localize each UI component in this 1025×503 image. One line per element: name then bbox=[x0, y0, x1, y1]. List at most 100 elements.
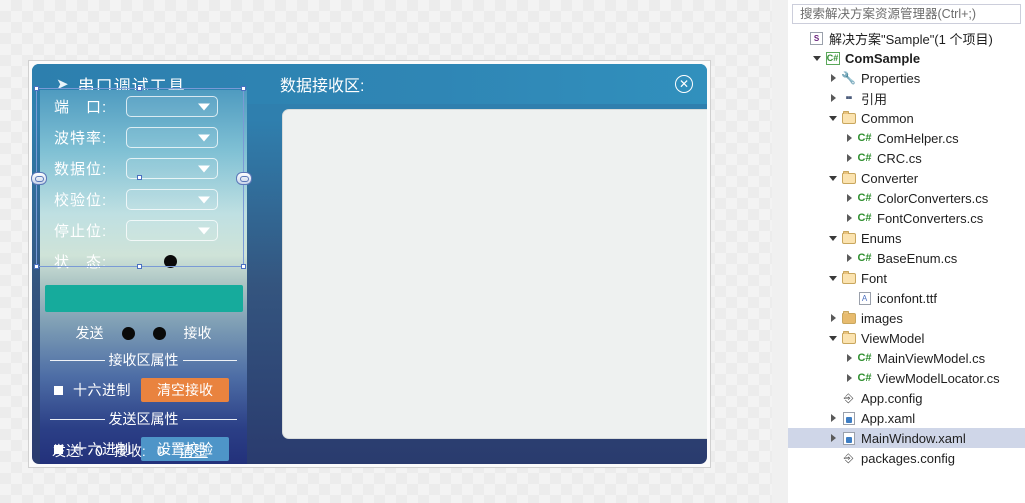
tree-item[interactable]: S 解决方案"Sample"(1 个项目) bbox=[788, 28, 1025, 48]
field-row-stopbits: 停止位: bbox=[40, 216, 247, 245]
adorner-handle-mc[interactable] bbox=[137, 175, 142, 180]
adorner-handle-tl[interactable] bbox=[34, 86, 39, 91]
tree-item[interactable]: C# FontConverters.cs bbox=[788, 208, 1025, 228]
adorner-handle-tr[interactable] bbox=[241, 86, 246, 91]
folder-open-icon bbox=[841, 110, 856, 124]
tree-item[interactable]: Aiconfont.ttf bbox=[788, 288, 1025, 308]
tree-item-label: iconfont.ttf bbox=[877, 290, 937, 306]
tree-item[interactable]: C# MainViewModel.cs bbox=[788, 348, 1025, 368]
config-icon: ⎆ bbox=[843, 390, 854, 405]
tree-item[interactable]: C# CRC.cs bbox=[788, 148, 1025, 168]
tree-item-icon-wrap: C# bbox=[856, 252, 873, 265]
adorner-handle-tc[interactable] bbox=[137, 86, 142, 91]
tree-item-icon-wrap bbox=[840, 170, 857, 184]
receive-textarea[interactable] bbox=[282, 109, 707, 439]
chevron-right-icon[interactable] bbox=[842, 214, 856, 222]
port-label: 端 口: bbox=[54, 99, 108, 116]
solution-search-box[interactable] bbox=[792, 4, 1021, 24]
open-port-button[interactable] bbox=[44, 285, 243, 312]
tree-item-icon-wrap: C# bbox=[824, 51, 841, 65]
tree-item-icon-wrap: C# bbox=[856, 132, 873, 145]
chevron-right-icon[interactable] bbox=[826, 434, 840, 442]
field-row-parity: 校验位: bbox=[40, 185, 247, 214]
tree-item[interactable]: 🔧 Properties bbox=[788, 68, 1025, 88]
receive-options-row: 十六进制 清空接收 bbox=[54, 378, 247, 402]
tree-item[interactable]: Converter bbox=[788, 168, 1025, 188]
close-icon[interactable]: ✕ bbox=[675, 75, 693, 93]
rotate-grip-right-icon[interactable] bbox=[236, 172, 252, 185]
tree-item[interactable]: Font bbox=[788, 268, 1025, 288]
clear-receive-button[interactable]: 清空接收 bbox=[141, 378, 229, 402]
designer-scrollbar-track[interactable] bbox=[773, 0, 787, 503]
tree-item-label: Enums bbox=[861, 230, 902, 246]
chevron-down-icon[interactable] bbox=[826, 235, 840, 241]
chevron-right-icon[interactable] bbox=[842, 374, 856, 382]
tree-item-icon-wrap: C# bbox=[856, 212, 873, 225]
tree-item-icon-wrap: C# bbox=[856, 372, 873, 385]
chevron-right-icon[interactable] bbox=[842, 134, 856, 142]
send-section-separator: 发送区属性 bbox=[50, 409, 237, 429]
chevron-down-icon[interactable] bbox=[826, 115, 840, 121]
csharp-icon: C# bbox=[857, 352, 872, 364]
baudrate-combobox[interactable] bbox=[126, 127, 218, 148]
tree-item[interactable]: images bbox=[788, 308, 1025, 328]
parity-combobox[interactable] bbox=[126, 189, 218, 210]
tree-item[interactable]: C# ComHelper.cs bbox=[788, 128, 1025, 148]
tree-item[interactable]: App.xaml bbox=[788, 408, 1025, 428]
designed-window[interactable]: ➤ 串口调试工具 数据接收区: ✕ 端 口: 波特率: 数据位: 校验位: 停止… bbox=[28, 60, 711, 468]
tree-item-label: MainWindow.xaml bbox=[861, 430, 966, 446]
tree-item-icon-wrap: ▪▪ bbox=[840, 92, 857, 104]
receive-area-label: 数据接收区: bbox=[280, 78, 365, 95]
chevron-down-icon[interactable] bbox=[826, 275, 840, 281]
chevron-down-icon[interactable] bbox=[826, 335, 840, 341]
tree-item[interactable]: MainWindow.xaml bbox=[788, 428, 1025, 448]
field-row-port: 端 口: bbox=[40, 92, 247, 121]
stopbits-combobox[interactable] bbox=[126, 220, 218, 241]
tree-item[interactable]: C# ComSample bbox=[788, 48, 1025, 68]
chevron-down-icon[interactable] bbox=[810, 55, 824, 61]
csharp-icon: C# bbox=[857, 212, 872, 224]
tree-item-icon-wrap: S bbox=[808, 31, 825, 45]
chevron-right-icon[interactable] bbox=[842, 194, 856, 202]
chevron-right-icon[interactable] bbox=[826, 414, 840, 422]
chevron-right-icon[interactable] bbox=[826, 94, 840, 102]
tree-item[interactable]: ⎆ App.config bbox=[788, 388, 1025, 408]
tree-item-label: Font bbox=[861, 270, 888, 286]
chevron-right-icon[interactable] bbox=[842, 354, 856, 362]
solution-icon: S bbox=[810, 31, 823, 45]
receive-hex-checkbox[interactable] bbox=[54, 385, 63, 395]
rotate-grip-left-icon[interactable] bbox=[31, 172, 47, 185]
tree-item[interactable]: ⎆ packages.config bbox=[788, 448, 1025, 468]
tree-item[interactable]: C# ColorConverters.cs bbox=[788, 188, 1025, 208]
tree-item[interactable]: Common bbox=[788, 108, 1025, 128]
solution-tree[interactable]: S 解决方案"Sample"(1 个项目) C# ComSample 🔧 Properti… bbox=[788, 28, 1025, 498]
adorner-handle-bl[interactable] bbox=[34, 264, 39, 269]
adorner-handle-bc[interactable] bbox=[137, 264, 142, 269]
separator-line-right bbox=[182, 418, 237, 420]
adorner-handle-br[interactable] bbox=[241, 264, 246, 269]
chevron-down-icon[interactable] bbox=[826, 175, 840, 181]
search-input[interactable] bbox=[798, 6, 1020, 22]
tree-item-label: BaseEnum.cs bbox=[877, 250, 958, 266]
tree-item[interactable]: C# ViewModelLocator.cs bbox=[788, 368, 1025, 388]
clear-counters-link[interactable]: 清空 bbox=[180, 441, 208, 461]
solution-explorer-panel: S 解决方案"Sample"(1 个项目) C# ComSample 🔧 Properti… bbox=[788, 0, 1025, 503]
chevron-right-icon[interactable] bbox=[826, 74, 840, 82]
tree-item[interactable]: ViewModel bbox=[788, 328, 1025, 348]
tree-item[interactable]: Enums bbox=[788, 228, 1025, 248]
xaml-designer-canvas[interactable]: ➤ 串口调试工具 数据接收区: ✕ 端 口: 波特率: 数据位: 校验位: 停止… bbox=[0, 0, 772, 503]
chevron-right-icon[interactable] bbox=[842, 254, 856, 262]
port-combobox[interactable] bbox=[126, 96, 218, 117]
field-row-baudrate: 波特率: bbox=[40, 123, 247, 152]
tree-item[interactable]: C# BaseEnum.cs bbox=[788, 248, 1025, 268]
xaml-icon bbox=[842, 411, 855, 425]
tree-item-label: CRC.cs bbox=[877, 150, 922, 166]
references-icon: ▪▪ bbox=[845, 92, 853, 104]
tree-item-icon-wrap: ⎆ bbox=[840, 391, 857, 406]
tree-item-icon-wrap: C# bbox=[856, 152, 873, 165]
separator-line-right bbox=[182, 359, 237, 361]
csharp-icon: C# bbox=[857, 132, 872, 144]
chevron-right-icon[interactable] bbox=[842, 154, 856, 162]
tree-item[interactable]: ▪▪ 引用 bbox=[788, 88, 1025, 108]
chevron-right-icon[interactable] bbox=[826, 314, 840, 322]
